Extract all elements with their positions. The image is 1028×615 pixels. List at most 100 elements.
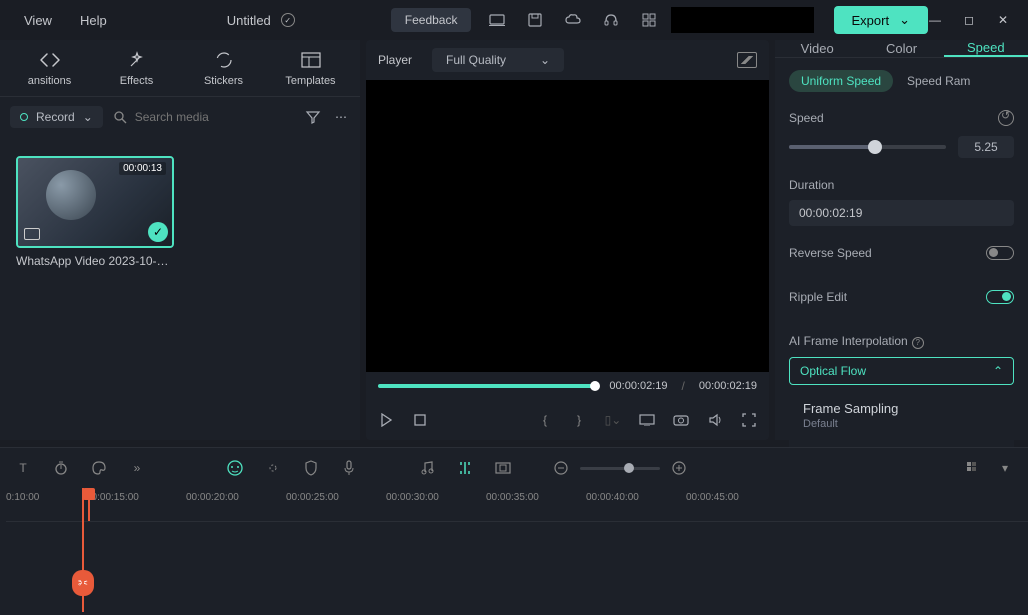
more-tools-icon[interactable]: » bbox=[128, 459, 146, 477]
stop-icon[interactable] bbox=[412, 412, 428, 428]
filter-icon[interactable] bbox=[304, 108, 322, 126]
save-icon[interactable] bbox=[527, 12, 543, 28]
ratio-icon[interactable]: ▯⌄ bbox=[605, 412, 621, 428]
tab-effects[interactable]: Effects bbox=[93, 49, 180, 87]
record-label: Record bbox=[36, 110, 75, 124]
timer-icon[interactable] bbox=[52, 459, 70, 477]
playhead[interactable] bbox=[88, 488, 90, 521]
subtab-uniform-speed[interactable]: Uniform Speed bbox=[789, 70, 893, 92]
play-icon[interactable] bbox=[378, 412, 394, 428]
timeline-ruler[interactable]: 0:10:00 00:00:15:00 00:00:20:00 00:00:25… bbox=[6, 488, 1028, 522]
tab-stickers[interactable]: Stickers bbox=[180, 49, 267, 87]
chevron-down-icon: ⌄ bbox=[83, 110, 93, 124]
more-icon[interactable]: ⋯ bbox=[332, 108, 350, 126]
feedback-button[interactable]: Feedback bbox=[391, 8, 472, 32]
ruler-mark: 0:10:00 bbox=[6, 492, 39, 503]
reverse-toggle[interactable] bbox=[986, 246, 1014, 260]
ruler-mark: 00:00:25:00 bbox=[286, 492, 339, 503]
chevron-down-icon: ⌄ bbox=[899, 12, 910, 28]
mark-out-icon[interactable]: } bbox=[571, 412, 587, 428]
playhead-line[interactable] bbox=[82, 488, 84, 612]
preview-viewport[interactable] bbox=[366, 80, 769, 372]
auto-cut-icon[interactable] bbox=[456, 459, 474, 477]
top-icon-row bbox=[489, 12, 657, 28]
chevron-down-icon: ⌄ bbox=[540, 53, 550, 67]
ripple-label: Ripple Edit bbox=[789, 290, 847, 304]
sparkle-icon[interactable] bbox=[264, 459, 282, 477]
reverse-label: Reverse Speed bbox=[789, 246, 872, 260]
text-tool-icon[interactable]: T bbox=[14, 459, 32, 477]
ripple-toggle[interactable] bbox=[986, 290, 1014, 304]
maximize-button[interactable]: ◻ bbox=[962, 13, 976, 27]
ruler-mark: 00:00:30:00 bbox=[386, 492, 439, 503]
tab-video[interactable]: Video bbox=[775, 40, 859, 57]
asset-tabs: ansitions Effects Stickers Templates bbox=[0, 40, 360, 96]
record-button[interactable]: Record ⌄ bbox=[10, 106, 103, 128]
cloud-icon[interactable] bbox=[565, 12, 581, 28]
interp-dropdown[interactable]: Optical Flow ⌃ bbox=[789, 357, 1014, 385]
inspector-panel: Video Color Speed Uniform Speed Speed Ra… bbox=[775, 40, 1028, 440]
menu-help[interactable]: Help bbox=[80, 13, 107, 28]
media-panel: ansitions Effects Stickers Templates Rec… bbox=[0, 40, 360, 440]
media-clip[interactable]: 00:00:13 ✓ bbox=[16, 156, 174, 248]
interp-label: AI Frame Interpolation? bbox=[789, 334, 1014, 349]
zoom-out-icon[interactable] bbox=[552, 459, 570, 477]
mic-icon[interactable] bbox=[340, 459, 358, 477]
help-icon[interactable]: ? bbox=[912, 337, 924, 349]
ai-face-icon[interactable] bbox=[226, 459, 244, 477]
playhead-handle[interactable] bbox=[83, 488, 95, 500]
device-icon[interactable] bbox=[489, 12, 505, 28]
tab-templates[interactable]: Templates bbox=[267, 49, 354, 87]
templates-icon bbox=[267, 49, 354, 71]
speed-slider-row: 5.25 bbox=[789, 136, 1014, 158]
timeline-tracks[interactable]: ✂ bbox=[0, 522, 1028, 612]
search-input[interactable] bbox=[135, 110, 265, 124]
export-button[interactable]: Export ⌄ bbox=[834, 6, 928, 34]
reset-speed-icon[interactable] bbox=[998, 110, 1014, 126]
speed-subtabs: Uniform Speed Speed Ram bbox=[775, 58, 1028, 100]
tab-color[interactable]: Color bbox=[859, 40, 943, 57]
timeline-right-tools: ▾ bbox=[964, 459, 1014, 477]
headset-icon[interactable] bbox=[603, 12, 619, 28]
subtab-speed-ramp[interactable]: Speed Ram bbox=[903, 70, 974, 92]
tab-speed[interactable]: Speed bbox=[944, 40, 1028, 57]
project-title: Untitled bbox=[227, 13, 271, 28]
chevron-up-icon: ⌃ bbox=[993, 364, 1003, 378]
mark-in-icon[interactable]: { bbox=[537, 412, 553, 428]
duration-input[interactable] bbox=[789, 200, 1014, 226]
duration-section: Duration bbox=[775, 168, 1028, 236]
tab-transitions[interactable]: ansitions bbox=[6, 49, 93, 87]
speed-value[interactable]: 5.25 bbox=[958, 136, 1014, 158]
interp-selected: Optical Flow bbox=[800, 364, 866, 378]
display-icon[interactable] bbox=[639, 412, 655, 428]
zoom-in-icon[interactable] bbox=[670, 459, 688, 477]
camera-icon[interactable] bbox=[673, 412, 689, 428]
crop-icon[interactable] bbox=[494, 459, 512, 477]
music-icon[interactable] bbox=[418, 459, 436, 477]
track-view-icon[interactable] bbox=[964, 459, 982, 477]
tab-label: Effects bbox=[93, 75, 180, 87]
menu-view[interactable]: View bbox=[24, 13, 52, 28]
close-button[interactable]: ✕ bbox=[996, 13, 1010, 27]
snapshot-icon[interactable] bbox=[737, 52, 757, 68]
interp-option-frame-sampling[interactable]: Frame Sampling Default bbox=[789, 391, 1014, 440]
grid-icon[interactable] bbox=[641, 12, 657, 28]
timeline-toolbar: T » ▾ bbox=[0, 448, 1028, 488]
scrubber-track[interactable] bbox=[378, 384, 595, 388]
timeline-zoom bbox=[552, 459, 688, 477]
zoom-slider[interactable] bbox=[580, 467, 660, 470]
track-options-icon[interactable]: ▾ bbox=[996, 459, 1014, 477]
search-icon bbox=[113, 110, 127, 124]
tab-label: ansitions bbox=[6, 75, 93, 87]
fullscreen-icon[interactable] bbox=[741, 412, 757, 428]
quality-value: Full Quality bbox=[446, 53, 506, 67]
palette-icon[interactable] bbox=[90, 459, 108, 477]
zoom-thumb[interactable] bbox=[624, 463, 634, 473]
scrubber-head[interactable] bbox=[590, 381, 600, 391]
volume-icon[interactable] bbox=[707, 412, 723, 428]
speed-slider[interactable] bbox=[789, 145, 946, 149]
quality-dropdown[interactable]: Full Quality ⌄ bbox=[432, 48, 564, 72]
shield-icon[interactable] bbox=[302, 459, 320, 477]
slider-thumb[interactable] bbox=[868, 140, 882, 154]
minimize-button[interactable]: — bbox=[928, 13, 942, 27]
